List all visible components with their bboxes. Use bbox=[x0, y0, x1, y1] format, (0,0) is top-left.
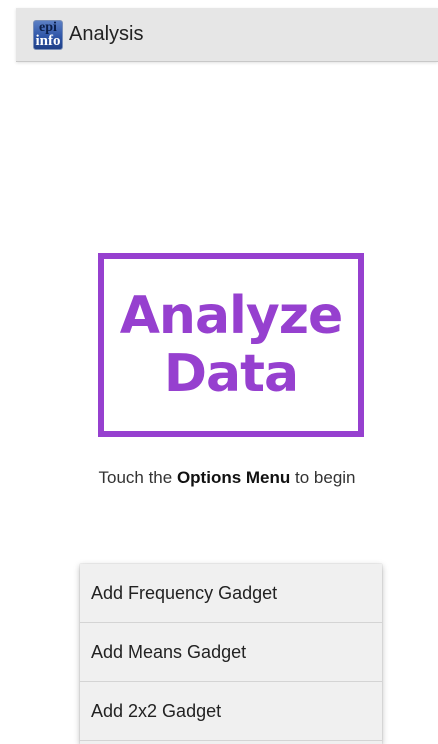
menu-item-add-frequency-gadget[interactable]: Add Frequency Gadget bbox=[80, 564, 382, 623]
logo-line-2: Data bbox=[163, 344, 299, 404]
instruction-suffix: to begin bbox=[295, 468, 356, 487]
menu-item-add-2x2-gadget[interactable]: Add 2x2 Gadget bbox=[80, 682, 382, 741]
page-title: Analysis bbox=[69, 23, 144, 45]
action-bar: epi info Analysis bbox=[16, 8, 438, 62]
main-content: Analyze Data Touch the Options Menu to b… bbox=[16, 63, 438, 744]
options-menu: Add Frequency Gadget Add Means Gadget Ad… bbox=[80, 564, 382, 744]
logo-line-1: Analyze bbox=[119, 286, 344, 346]
epi-info-app-icon[interactable]: epi info bbox=[33, 19, 63, 50]
instruction-prefix: Touch the bbox=[98, 468, 173, 487]
instruction-options-menu: Options Menu bbox=[176, 468, 291, 487]
app-icon-text-bottom: info bbox=[35, 32, 61, 49]
menu-item-add-means-gadget[interactable]: Add Means Gadget bbox=[80, 623, 382, 682]
analyze-data-logo: Analyze Data bbox=[98, 253, 364, 437]
instruction-text: Touch the Options Menu to begin bbox=[16, 468, 438, 488]
